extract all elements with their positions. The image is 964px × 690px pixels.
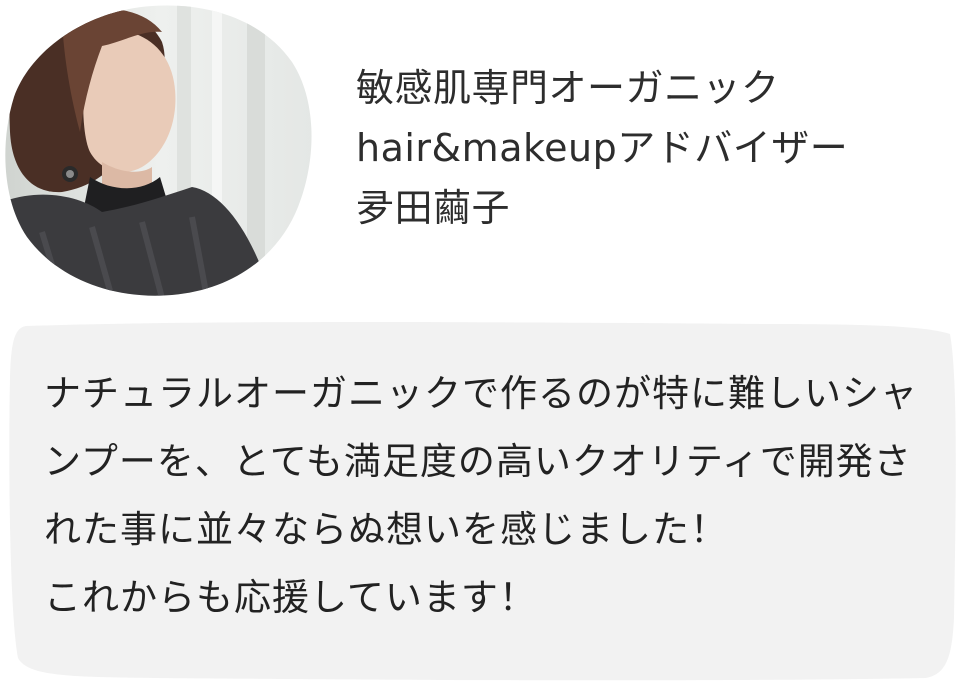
avatar xyxy=(2,2,314,298)
message-line: ナチュラルオーガニックで作るのが特に難しいシャ xyxy=(44,372,918,415)
message-text: ナチュラルオーガニックで作るのが特に難しいシャ ンプーを、とても満足度の高いクオ… xyxy=(44,360,944,632)
profile-title: 敏感肌専門オーガニック xyxy=(356,66,780,110)
message-bubble: ナチュラルオーガニックで作るのが特に難しいシャ ンプーを、とても満足度の高いクオ… xyxy=(6,318,958,684)
portrait-photo xyxy=(5,5,312,296)
profile-role: hair&makeupアドバイザー xyxy=(356,126,849,170)
profile-block: 敏感肌専門オーガニック hair&makeupアドバイザー 夛田繭子 xyxy=(356,58,848,238)
message-line: ンプーを、とても満足度の高いクオリティで開発さ xyxy=(44,440,912,483)
profile-name: 夛田繭子 xyxy=(356,186,511,230)
message-line: れた事に並々ならぬ想いを感じました！ xyxy=(44,508,728,551)
message-line: これからも応援しています！ xyxy=(44,576,537,619)
